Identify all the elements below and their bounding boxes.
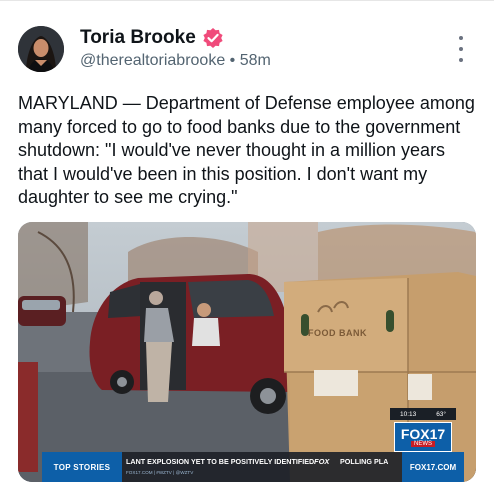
meta-separator: •: [229, 52, 236, 69]
ticker-headline: LANT EXPLOSION YET TO BE POSITIVELY IDEN…: [126, 457, 315, 466]
station-logo: FOX17 NEWS: [394, 422, 452, 452]
author-name-row[interactable]: Toria Brooke: [80, 27, 224, 49]
ticker-site: FOX17.COM: [402, 452, 464, 482]
avatar[interactable]: [18, 26, 64, 72]
clock-time: 10:13: [399, 410, 417, 418]
author-handle[interactable]: @therealtoriabrooke: [80, 52, 225, 69]
ticker-section: TOP STORIES: [42, 452, 122, 482]
station-logo-sub: NEWS: [411, 441, 435, 447]
box-label: FOOD BANK: [308, 328, 367, 338]
post-time[interactable]: 58m: [240, 52, 271, 69]
post-video[interactable]: FOOD BANK 10:13 63° FOX17 NEWS TOP STORI…: [18, 222, 476, 482]
station-logo-text: FOX17: [400, 426, 446, 442]
ticker-network: FOX: [314, 457, 330, 466]
ticker-bar: LANT EXPLOSION YET TO BE POSITIVELY IDEN…: [122, 452, 402, 482]
clock-temp: 63°: [436, 410, 447, 418]
author-meta: @therealtoriabrooke • 58m: [80, 52, 271, 70]
verified-badge-icon: [203, 28, 223, 48]
ticker-subline: FOX17.COM | #WZTV | @WZTV: [126, 470, 194, 475]
avatar-portrait: [18, 26, 64, 72]
ticker-headline-2: POLLING PLA: [340, 457, 389, 466]
top-divider: [0, 0, 494, 1]
broadcast-clock: 10:13 63°: [390, 408, 456, 420]
more-options-icon[interactable]: [454, 36, 468, 62]
author-name[interactable]: Toria Brooke: [80, 27, 196, 49]
news-ticker: TOP STORIES LANT EXPLOSION YET TO BE POS…: [18, 452, 476, 482]
post-text: MARYLAND — Department of Defense employe…: [18, 93, 475, 207]
